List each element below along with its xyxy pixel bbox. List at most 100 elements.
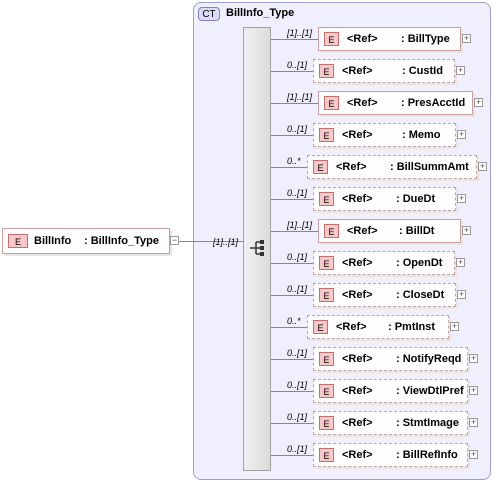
child-element[interactable]: E <Ref>: PmtInst bbox=[307, 315, 449, 339]
element-ref-label: <Ref> bbox=[347, 225, 378, 237]
element-ref-label: <Ref> bbox=[342, 417, 373, 429]
element-name: : DueDt bbox=[396, 193, 436, 205]
child-cardinality: 0..[1] bbox=[287, 444, 308, 454]
expand-toggle[interactable]: + bbox=[469, 386, 478, 395]
element-ref-label: <Ref> bbox=[336, 321, 367, 333]
element-ref-label: <Ref> bbox=[342, 129, 373, 141]
child-cardinality: 0..[1] bbox=[287, 252, 308, 262]
root-element[interactable]: E BillInfo : BillInfo_Type bbox=[2, 228, 170, 254]
element-name: : BillSummAmt bbox=[390, 161, 469, 173]
element-ref-label: <Ref> bbox=[342, 193, 373, 205]
child-cardinality: 0..[1] bbox=[287, 380, 308, 390]
element-ref-label: <Ref> bbox=[342, 65, 373, 77]
element-name: : PresAcctId bbox=[401, 97, 466, 109]
child-cardinality: [1]..[1] bbox=[287, 92, 313, 102]
expand-toggle[interactable]: + bbox=[469, 450, 478, 459]
expand-toggle[interactable]: + bbox=[457, 290, 466, 299]
element-icon: E bbox=[319, 384, 334, 398]
expand-toggle[interactable]: + bbox=[478, 162, 487, 171]
child-element[interactable]: E <Ref> : NotifyReqd bbox=[313, 347, 468, 371]
element-name: : OpenDt bbox=[396, 257, 443, 269]
child-element[interactable]: E <Ref>: CloseDt bbox=[313, 283, 456, 307]
child-element[interactable]: E <Ref> : StmtImage bbox=[313, 411, 468, 435]
child-connector bbox=[271, 199, 313, 200]
child-cardinality: 0..[1] bbox=[287, 188, 308, 198]
element-icon: E bbox=[319, 192, 334, 206]
child-connector bbox=[271, 135, 313, 136]
child-cardinality: 0..[1] bbox=[287, 284, 308, 294]
child-cardinality: 0..* bbox=[287, 316, 301, 326]
element-name: : BillRefInfo bbox=[396, 449, 458, 461]
complex-type-badge: CT bbox=[198, 7, 220, 21]
child-connector bbox=[271, 39, 318, 40]
element-icon: E bbox=[319, 128, 334, 142]
child-cardinality: 0..[1] bbox=[287, 412, 308, 422]
child-connector bbox=[271, 455, 313, 456]
expand-toggle[interactable]: + bbox=[457, 194, 466, 203]
element-name: : BillType bbox=[401, 33, 450, 45]
element-icon: E bbox=[313, 320, 328, 334]
child-element[interactable]: E <Ref> : Memo bbox=[313, 123, 456, 147]
child-element[interactable]: E <Ref>: OpenDt bbox=[313, 251, 455, 275]
element-ref-label: <Ref> bbox=[342, 385, 373, 397]
expand-toggle[interactable]: + bbox=[457, 130, 466, 139]
root-cardinality: [1]..[1] bbox=[213, 237, 239, 247]
child-element[interactable]: E <Ref> : CustId bbox=[313, 59, 455, 83]
child-cardinality: [1]..[1] bbox=[287, 220, 313, 230]
child-element[interactable]: E <Ref> : DueDt bbox=[313, 187, 456, 211]
child-connector bbox=[271, 167, 307, 168]
expand-toggle[interactable]: + bbox=[450, 322, 459, 331]
expand-toggle[interactable]: + bbox=[474, 98, 483, 107]
child-connector bbox=[271, 263, 313, 264]
element-name: : CustId bbox=[402, 65, 443, 77]
element-icon: E bbox=[319, 288, 334, 302]
root-element-type: : BillInfo_Type bbox=[84, 235, 159, 247]
element-icon: E bbox=[324, 96, 339, 110]
child-connector bbox=[271, 423, 313, 424]
element-icon: E bbox=[324, 32, 339, 46]
child-cardinality: 0..[1] bbox=[287, 348, 308, 358]
child-cardinality: 0..[1] bbox=[287, 60, 308, 70]
element-name: : CloseDt bbox=[396, 289, 445, 301]
root-element-name: BillInfo bbox=[34, 235, 72, 247]
child-connector bbox=[271, 327, 307, 328]
element-name: : StmtImage bbox=[396, 417, 459, 429]
child-element[interactable]: E <Ref> : PresAcctId bbox=[318, 91, 473, 115]
child-connector bbox=[271, 71, 313, 72]
element-icon: E bbox=[324, 224, 339, 238]
child-element[interactable]: E <Ref> : ViewDtlPref bbox=[313, 379, 468, 403]
complex-type-title: BillInfo_Type bbox=[226, 7, 295, 19]
element-ref-label: <Ref> bbox=[342, 353, 373, 365]
element-name: : NotifyReqd bbox=[396, 353, 462, 365]
child-connector bbox=[271, 295, 313, 296]
element-icon: E bbox=[319, 256, 334, 270]
child-element[interactable]: E <Ref>: BillSummAmt bbox=[307, 155, 477, 179]
child-connector bbox=[271, 103, 318, 104]
element-ref-label: <Ref> bbox=[347, 97, 378, 109]
expand-toggle[interactable]: + bbox=[456, 258, 465, 267]
expand-toggle[interactable]: + bbox=[462, 34, 471, 43]
sequence-icon bbox=[250, 240, 264, 256]
element-name: : Memo bbox=[402, 129, 441, 141]
child-cardinality: 0..[1] bbox=[287, 124, 308, 134]
expand-toggle[interactable]: + bbox=[469, 354, 478, 363]
child-element[interactable]: E <Ref> : BillDt bbox=[318, 219, 461, 243]
child-element[interactable]: E <Ref>: BillType bbox=[318, 27, 461, 51]
element-icon: E bbox=[319, 416, 334, 430]
expand-toggle[interactable]: + bbox=[469, 418, 478, 427]
element-ref-label: <Ref> bbox=[336, 161, 367, 173]
element-ref-label: <Ref> bbox=[342, 449, 373, 461]
element-icon: E bbox=[319, 352, 334, 366]
expand-toggle[interactable]: + bbox=[456, 66, 465, 75]
child-cardinality: 0..* bbox=[287, 156, 301, 166]
element-name: : BillDt bbox=[399, 225, 435, 237]
element-name: : ViewDtlPref bbox=[396, 385, 464, 397]
child-connector bbox=[271, 359, 313, 360]
element-icon: E bbox=[319, 64, 334, 78]
expand-toggle[interactable]: + bbox=[462, 226, 471, 235]
element-icon: E bbox=[8, 234, 28, 248]
collapse-toggle[interactable]: − bbox=[170, 236, 179, 245]
child-element[interactable]: E <Ref>: BillRefInfo bbox=[313, 443, 468, 467]
child-connector bbox=[271, 231, 318, 232]
child-cardinality: [1]..[1] bbox=[287, 28, 313, 38]
